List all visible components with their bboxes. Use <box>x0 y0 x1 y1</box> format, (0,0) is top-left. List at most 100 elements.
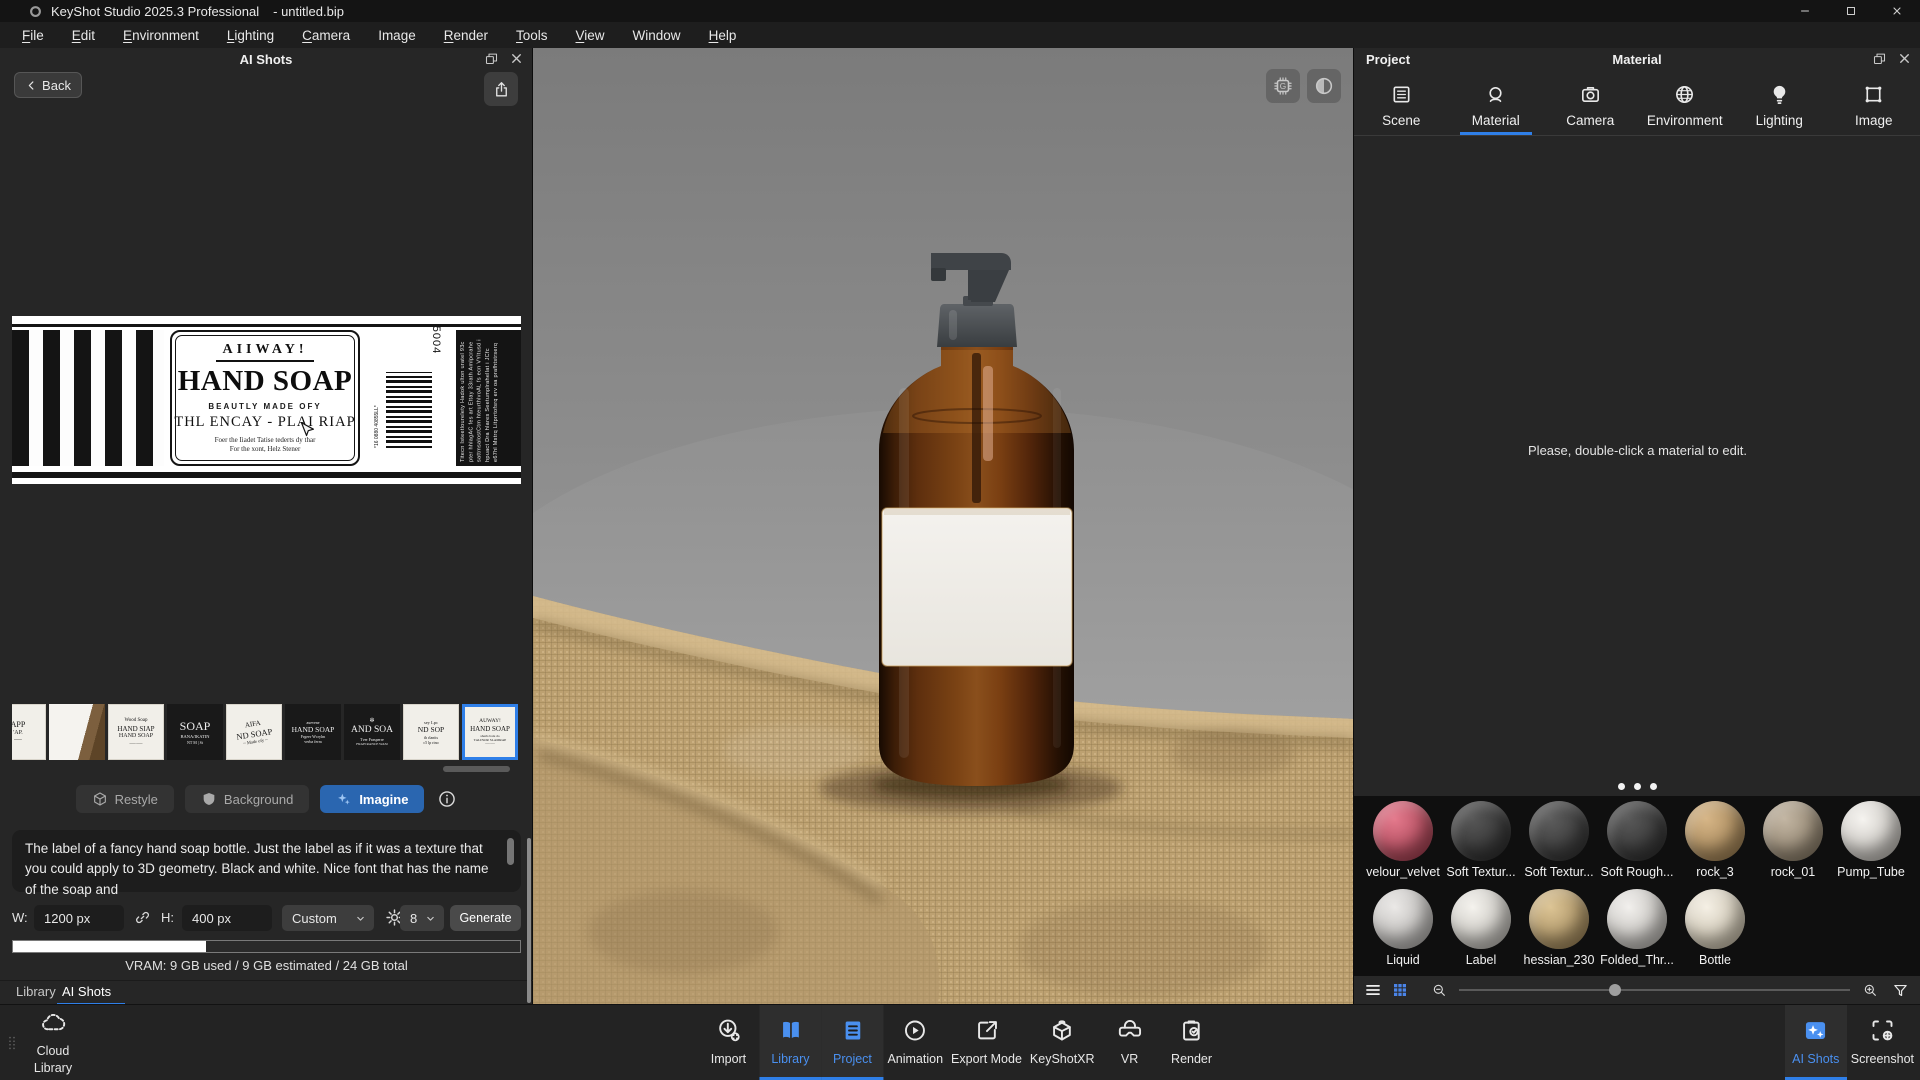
generate-button[interactable]: Generate <box>450 905 521 931</box>
toolbar-ai-shots[interactable]: AI Shots <box>1785 1005 1847 1080</box>
material-velour-velvet[interactable]: velour_velvet <box>1364 801 1442 889</box>
tab-camera[interactable]: Camera <box>1543 76 1638 135</box>
link-chain-icon[interactable] <box>133 908 152 927</box>
material-label[interactable]: Label <box>1442 889 1520 977</box>
left-panel-scrollbar[interactable] <box>527 838 531 1003</box>
background-button[interactable]: Background <box>185 785 309 813</box>
width-label: W: <box>12 910 28 925</box>
ai-thumbnail-7[interactable]: ✼AND SOATver FrasperreFRAH RANCE WASI <box>344 704 400 760</box>
material-hessian-230[interactable]: hessian_230 <box>1520 889 1598 977</box>
toolbar-screenshot[interactable]: Screenshot <box>1847 1005 1918 1080</box>
toolbar-cloud-library[interactable]: Cloud Library <box>22 1005 84 1080</box>
toolbar-export-mode[interactable]: Export Mode <box>947 1005 1026 1080</box>
menu-tools[interactable]: Tools <box>502 28 562 43</box>
menu-render[interactable]: Render <box>430 28 502 43</box>
list-view-icon[interactable] <box>1364 981 1382 999</box>
material-pump-tube[interactable]: Pump_Tube <box>1832 801 1910 889</box>
prompt-textarea[interactable]: The label of a fancy hand soap bottle. J… <box>12 830 521 892</box>
ai-thumbnail-5[interactable]: AIFAND SOAP~ Made ofy ~ <box>226 704 282 760</box>
zoom-out-icon[interactable] <box>1431 982 1447 998</box>
restyle-button[interactable]: Restyle <box>76 785 174 813</box>
count-select[interactable]: 8 <box>400 905 444 931</box>
ai-thumbnail-3[interactable]: Wood SoapHAND SIAPHAND SOAP⸺⸺ <box>108 704 164 760</box>
height-input[interactable]: 400 px <box>182 905 272 931</box>
ai-thumbnail-2[interactable] <box>49 704 105 760</box>
slider-thumb[interactable] <box>1609 984 1621 996</box>
material-folded-thr[interactable]: Folded_Thr... <box>1598 889 1676 977</box>
material-sphere-icon <box>1484 83 1507 106</box>
pagination-dot-2[interactable] <box>1634 783 1641 790</box>
tab-lighting[interactable]: Lighting <box>1732 76 1827 135</box>
toolbar-vr[interactable]: VR <box>1099 1005 1161 1080</box>
width-input[interactable]: 1200 px <box>34 905 124 931</box>
tab-material[interactable]: Material <box>1449 76 1544 135</box>
pagination-dot-3[interactable] <box>1650 783 1657 790</box>
material-bottle[interactable]: Bottle <box>1676 889 1754 977</box>
label-title: HAND SOAP <box>178 365 352 398</box>
chevron-down-icon <box>424 912 437 925</box>
generated-label-preview[interactable]: AIIWAY! HAND SOAP BEAUTLY MADE OFY THL E… <box>12 316 521 484</box>
material-rock-01[interactable]: rock_01 <box>1754 801 1832 889</box>
menu-lighting[interactable]: Lighting <box>213 28 288 43</box>
material-sphere-preview <box>1685 801 1745 861</box>
toolbar-animation[interactable]: Animation <box>883 1005 947 1080</box>
menu-help[interactable]: Help <box>695 28 751 43</box>
maximize-button[interactable] <box>1828 0 1874 22</box>
material-pagination-dots[interactable] <box>1354 783 1920 790</box>
ai-thumbnail-6[interactable]: aueveneHAND SOAPFrgeer Wcrylmverba ferm <box>285 704 341 760</box>
imagine-button[interactable]: Imagine <box>320 785 424 813</box>
denoise-button[interactable] <box>1307 69 1341 103</box>
tab-environment[interactable]: Environment <box>1638 76 1733 135</box>
toolbar-import[interactable]: Import <box>697 1005 759 1080</box>
menu-window[interactable]: Window <box>619 28 695 43</box>
prompt-scrollbar[interactable] <box>507 838 514 865</box>
tab-ai-shots[interactable]: AI Shots <box>62 984 111 999</box>
material-empty-message: Please, double-click a material to edit. <box>1354 443 1920 458</box>
material-name: Soft Textur... <box>1446 865 1515 879</box>
toolbar-project[interactable]: Project <box>821 1005 883 1080</box>
gpu-mode-button[interactable]: G <box>1266 69 1300 103</box>
material-rock-3[interactable]: rock_3 <box>1676 801 1754 889</box>
minimize-button[interactable] <box>1782 0 1828 22</box>
zoom-in-icon[interactable] <box>1862 982 1878 998</box>
menu-file[interactable]: File <box>8 28 58 43</box>
menu-image[interactable]: Image <box>364 28 430 43</box>
size-preset-select[interactable]: Custom <box>282 905 374 931</box>
material-soft-textur[interactable]: Soft Textur... <box>1520 801 1598 889</box>
close-button[interactable] <box>1874 0 1920 22</box>
close-icon <box>1891 5 1903 17</box>
menu-edit[interactable]: Edit <box>58 28 109 43</box>
share-button[interactable] <box>484 72 518 106</box>
filter-funnel-icon[interactable] <box>1892 982 1909 999</box>
image-frame-icon <box>1862 83 1885 106</box>
menu-environment[interactable]: Environment <box>109 28 213 43</box>
thumbnail-size-slider[interactable] <box>1459 989 1850 991</box>
ai-thumbnail-9-selected[interactable]: AUWAY!HAND SOAPsharls bale doTALINOR SLA… <box>462 704 518 760</box>
menu-view[interactable]: View <box>562 28 619 43</box>
material-liquid[interactable]: Liquid <box>1364 889 1442 977</box>
label-side-panel: Titecn Isteetlourelety Hadok ulton urate… <box>456 330 521 466</box>
info-icon[interactable] <box>437 789 457 809</box>
tab-scene[interactable]: Scene <box>1354 76 1449 135</box>
float-panel-icon[interactable] <box>1872 51 1887 66</box>
material-soft-textur[interactable]: Soft Textur... <box>1442 801 1520 889</box>
viewport-3d[interactable]: G <box>533 48 1353 1004</box>
material-soft-rough[interactable]: Soft Rough... <box>1598 801 1676 889</box>
grid-view-icon[interactable] <box>1391 981 1409 999</box>
panel-close-icon[interactable] <box>1897 51 1912 66</box>
ai-thumbnail-1[interactable]: APP'AP.⸺ <box>12 704 46 760</box>
toolbar-render[interactable]: Render <box>1161 1005 1223 1080</box>
tab-image[interactable]: Image <box>1827 76 1920 135</box>
menu-camera[interactable]: Camera <box>288 28 364 43</box>
pagination-dot-1[interactable] <box>1618 783 1625 790</box>
float-panel-icon[interactable] <box>484 51 499 66</box>
back-button[interactable]: Back <box>14 72 82 98</box>
panel-close-icon[interactable] <box>509 51 524 66</box>
ai-thumbnail-4[interactable]: SOAPBANA/IKATINNT M | St <box>167 704 223 760</box>
toolbar-drag-handle[interactable] <box>4 1027 20 1059</box>
toolbar-library[interactable]: Library <box>759 1005 821 1080</box>
thumbnail-scrollbar[interactable] <box>443 766 510 772</box>
tab-library[interactable]: Library <box>16 984 56 999</box>
toolbar-keyshotxr[interactable]: KeyShotXR <box>1026 1005 1099 1080</box>
ai-thumbnail-8[interactable]: sey LpcND SOPth rlanttsc5 lp rino <box>403 704 459 760</box>
